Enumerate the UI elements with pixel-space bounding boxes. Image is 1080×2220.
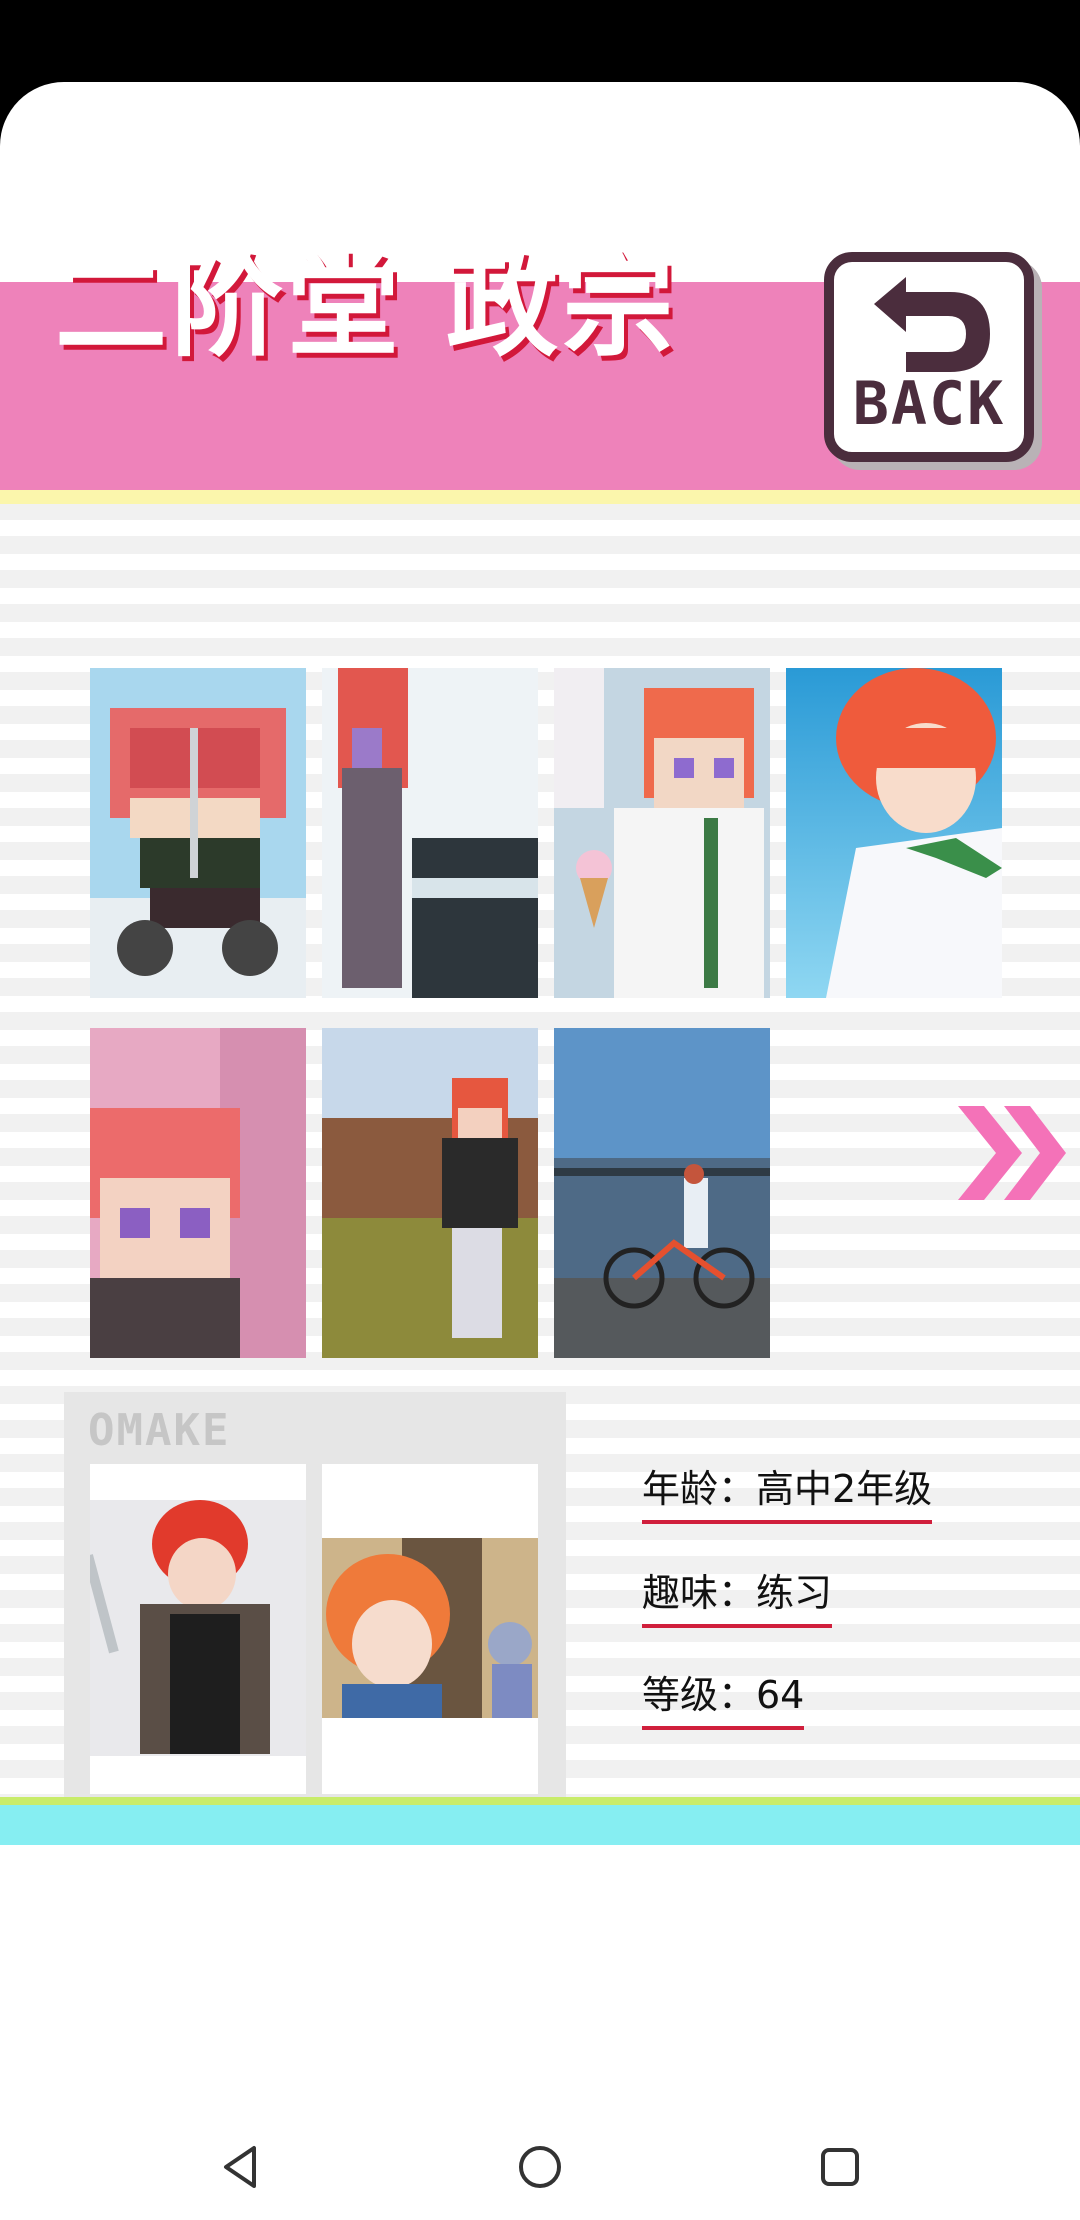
omake-item-cooking[interactable] — [90, 1464, 306, 1794]
back-button[interactable]: BACK — [824, 252, 1034, 462]
profile-level: 等级：64 — [642, 1668, 805, 1730]
gallery-item-cherry-blossom[interactable] — [90, 1028, 306, 1358]
gallery-item-segway[interactable] — [90, 668, 306, 998]
home-circle-icon[interactable] — [515, 2142, 565, 2192]
gallery-item-park[interactable] — [322, 1028, 538, 1358]
omake-item-childhood[interactable] — [322, 1464, 538, 1794]
childhood-illustration-thumbnail — [322, 1538, 538, 1718]
double-chevron-right-icon[interactable] — [954, 1100, 1070, 1206]
character-name-title: 二阶堂 政宗 — [55, 242, 678, 372]
icecream-pixel-thumbnail — [554, 668, 770, 998]
omake-label: OMAKE — [88, 1405, 231, 1456]
profile-hobby-text: 趣味：练习 — [642, 1566, 833, 1628]
gallery-item-piano[interactable] — [322, 668, 538, 998]
cherry-blossom-pixel-thumbnail — [90, 1028, 306, 1358]
footer-cyan-stripe — [0, 1805, 1080, 1845]
back-triangle-icon[interactable] — [216, 2142, 266, 2192]
profile-level-text: 等级：64 — [642, 1668, 805, 1730]
park-pixel-thumbnail — [322, 1028, 538, 1358]
gallery-item-portrait[interactable] — [786, 668, 1002, 998]
footer-green-stripe — [0, 1797, 1080, 1805]
segway-pixel-thumbnail — [90, 668, 306, 998]
undo-arrow-icon — [874, 277, 990, 372]
anime-portrait-thumbnail — [786, 668, 1002, 998]
omake-panel: OMAKE — [64, 1392, 566, 1814]
recents-square-icon[interactable] — [815, 2142, 865, 2192]
profile-age: 年龄：高中2年级 — [642, 1462, 933, 1524]
cooking-illustration-thumbnail — [90, 1500, 306, 1756]
back-label: BACK — [852, 369, 1006, 439]
bicycle-photo-thumbnail — [554, 1028, 770, 1358]
gallery-item-bicycle[interactable] — [554, 1028, 770, 1358]
profile-age-text: 年龄：高中2年级 — [642, 1462, 933, 1524]
piano-pixel-thumbnail — [322, 668, 538, 998]
gallery-item-icecream[interactable] — [554, 668, 770, 998]
header-accent-stripe — [0, 490, 1080, 504]
profile-hobby: 趣味：练习 — [642, 1566, 833, 1628]
